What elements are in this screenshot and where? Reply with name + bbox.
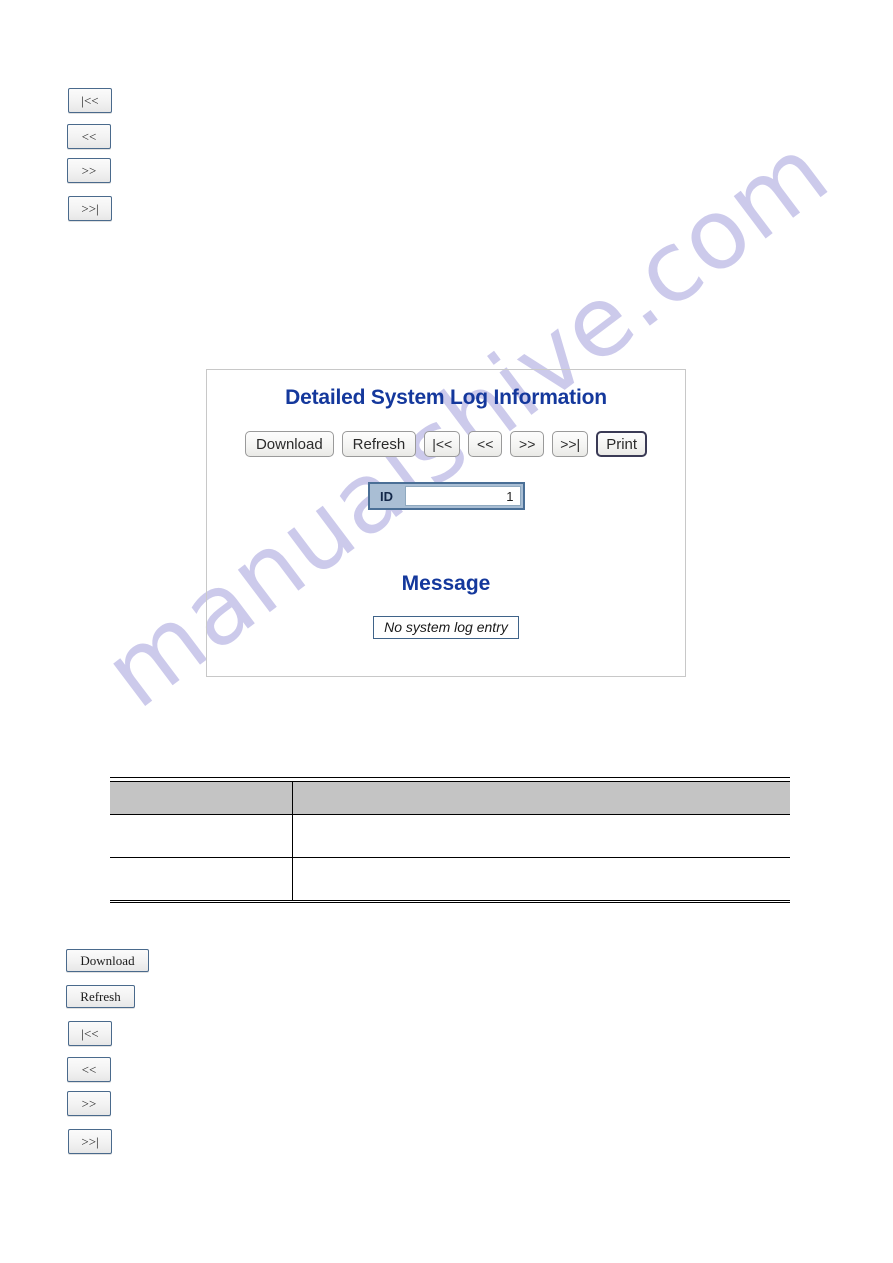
top-last-page-button[interactable]: >>|: [68, 196, 112, 221]
first-page-button[interactable]: |<<: [424, 431, 461, 457]
id-field-label: ID: [369, 484, 404, 508]
description-table: [110, 781, 790, 903]
id-input[interactable]: [404, 486, 521, 506]
table-cell: [110, 814, 292, 858]
bottom-prev-page-button[interactable]: <<: [67, 1057, 111, 1082]
bottom-download-button[interactable]: Download: [66, 949, 149, 972]
table-header-cell-2: [291, 781, 790, 815]
refresh-button[interactable]: Refresh: [341, 431, 417, 457]
message-entry: No system log entry: [373, 616, 519, 639]
download-button[interactable]: Download: [244, 431, 334, 457]
top-prev-page-button[interactable]: <<: [67, 124, 111, 149]
table-header-cell-1: [110, 781, 292, 815]
last-page-button[interactable]: >>|: [552, 431, 589, 457]
id-field-group[interactable]: ID: [367, 482, 525, 510]
table-cell: [291, 857, 790, 903]
table-row: [110, 814, 790, 858]
table-body: [110, 814, 790, 903]
table-row: [110, 857, 790, 903]
table-top-rule: [110, 777, 790, 782]
table-cell: [110, 857, 292, 903]
detailed-system-log-panel: Detailed System Log Information Download…: [206, 369, 686, 677]
message-row: No system log entry: [207, 616, 685, 639]
table-cell: [291, 814, 790, 858]
page-title: Detailed System Log Information: [285, 386, 607, 409]
top-next-page-button[interactable]: >>: [67, 158, 111, 183]
next-page-button[interactable]: >>: [510, 431, 545, 457]
prev-page-button[interactable]: <<: [468, 431, 503, 457]
bottom-last-page-button[interactable]: >>|: [68, 1129, 112, 1154]
panel-toolbar: Download Refresh |<< << >> >>| Print: [207, 431, 685, 457]
bottom-next-page-button[interactable]: >>: [67, 1091, 111, 1116]
print-button[interactable]: Print: [596, 431, 648, 457]
table-header-row: [110, 781, 790, 815]
message-section-title: Message: [401, 572, 491, 595]
id-field-row: ID: [207, 482, 685, 510]
bottom-refresh-button[interactable]: Refresh: [66, 985, 135, 1008]
top-first-page-button[interactable]: |<<: [68, 88, 112, 113]
bottom-first-page-button[interactable]: |<<: [68, 1021, 112, 1046]
